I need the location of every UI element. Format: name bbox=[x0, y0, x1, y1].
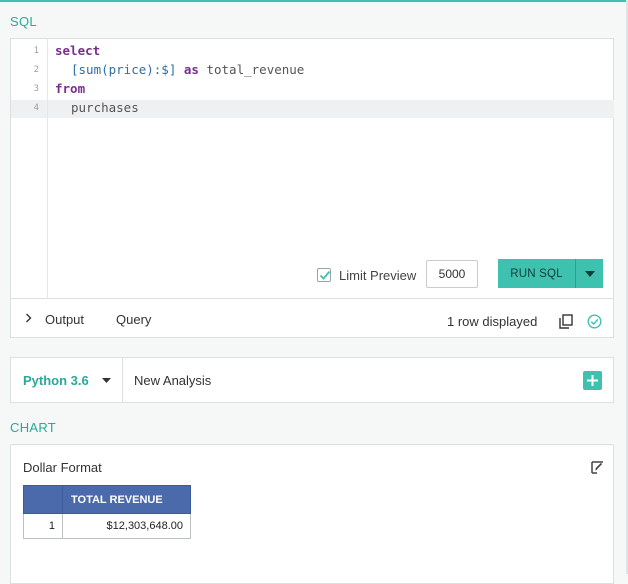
line-number-gutter bbox=[11, 39, 48, 298]
code-line-4[interactable]: purchases bbox=[71, 100, 139, 115]
result-table: TOTAL REVENUE 1 $12,303,648.00 bbox=[23, 485, 191, 539]
chart-name: Dollar Format bbox=[23, 460, 102, 475]
code-line-3[interactable]: from bbox=[55, 81, 85, 96]
add-analysis-button[interactable] bbox=[583, 371, 602, 390]
run-options-dropdown[interactable] bbox=[576, 259, 603, 288]
sql-keyword: from bbox=[55, 81, 86, 96]
column-header: TOTAL REVENUE bbox=[62, 485, 191, 514]
chart-panel: Dollar Format TOTAL REVENUE 1 $12,303,64… bbox=[10, 444, 614, 584]
limit-preview-label: Limit Preview bbox=[339, 268, 417, 283]
language-label: Python 3.6 bbox=[23, 373, 89, 388]
index-header bbox=[23, 485, 63, 514]
sql-keyword: as bbox=[183, 62, 199, 77]
analysis-bar: Python 3.6 New Analysis bbox=[10, 357, 614, 403]
limit-preview-checkbox[interactable] bbox=[317, 268, 331, 282]
language-selector[interactable]: Python 3.6 bbox=[11, 358, 123, 402]
plus-icon bbox=[587, 375, 598, 386]
table-row: 1 $12,303,648.00 bbox=[23, 513, 191, 539]
sql-section-title: SQL bbox=[10, 14, 37, 29]
row-index: 1 bbox=[23, 513, 63, 539]
edit-chart-icon[interactable] bbox=[591, 461, 604, 474]
sql-keyword: select bbox=[55, 43, 101, 58]
tab-query[interactable]: Query bbox=[116, 312, 151, 327]
cell-value: $12,303,648.00 bbox=[62, 513, 191, 539]
sql-table-name: purchases bbox=[71, 100, 139, 115]
caret-down-icon bbox=[102, 378, 111, 383]
rows-displayed-status: 1 row displayed bbox=[447, 314, 538, 329]
code-line-2[interactable]: [sum(price):$] as total_revenue bbox=[71, 62, 304, 77]
limit-value-input[interactable] bbox=[426, 260, 478, 288]
run-sql-button[interactable]: RUN SQL bbox=[498, 259, 576, 288]
tab-output[interactable]: Output bbox=[45, 312, 84, 327]
sql-panel: 1 2 3 4 select [sum(price):$] as total_r… bbox=[10, 38, 614, 338]
checkmark-icon bbox=[319, 270, 331, 280]
copy-icon[interactable] bbox=[559, 314, 573, 329]
sql-alias: total_revenue bbox=[206, 62, 305, 77]
results-tab-bar: Output Query 1 row displayed bbox=[11, 298, 613, 337]
table-header-row: TOTAL REVENUE bbox=[23, 485, 191, 514]
code-line-1[interactable]: select bbox=[55, 43, 100, 58]
sql-expression: [sum(price):$] bbox=[71, 62, 177, 77]
top-accent-line bbox=[0, 0, 628, 2]
line-number: 3 bbox=[33, 84, 39, 94]
chart-section-title: CHART bbox=[10, 420, 57, 435]
chevron-right-icon[interactable] bbox=[25, 313, 32, 323]
caret-down-icon bbox=[584, 270, 595, 277]
line-number: 4 bbox=[33, 103, 39, 113]
check-circle-icon bbox=[587, 314, 602, 329]
analysis-title[interactable]: New Analysis bbox=[134, 373, 211, 388]
line-number: 2 bbox=[33, 65, 39, 75]
line-number: 1 bbox=[33, 46, 39, 56]
